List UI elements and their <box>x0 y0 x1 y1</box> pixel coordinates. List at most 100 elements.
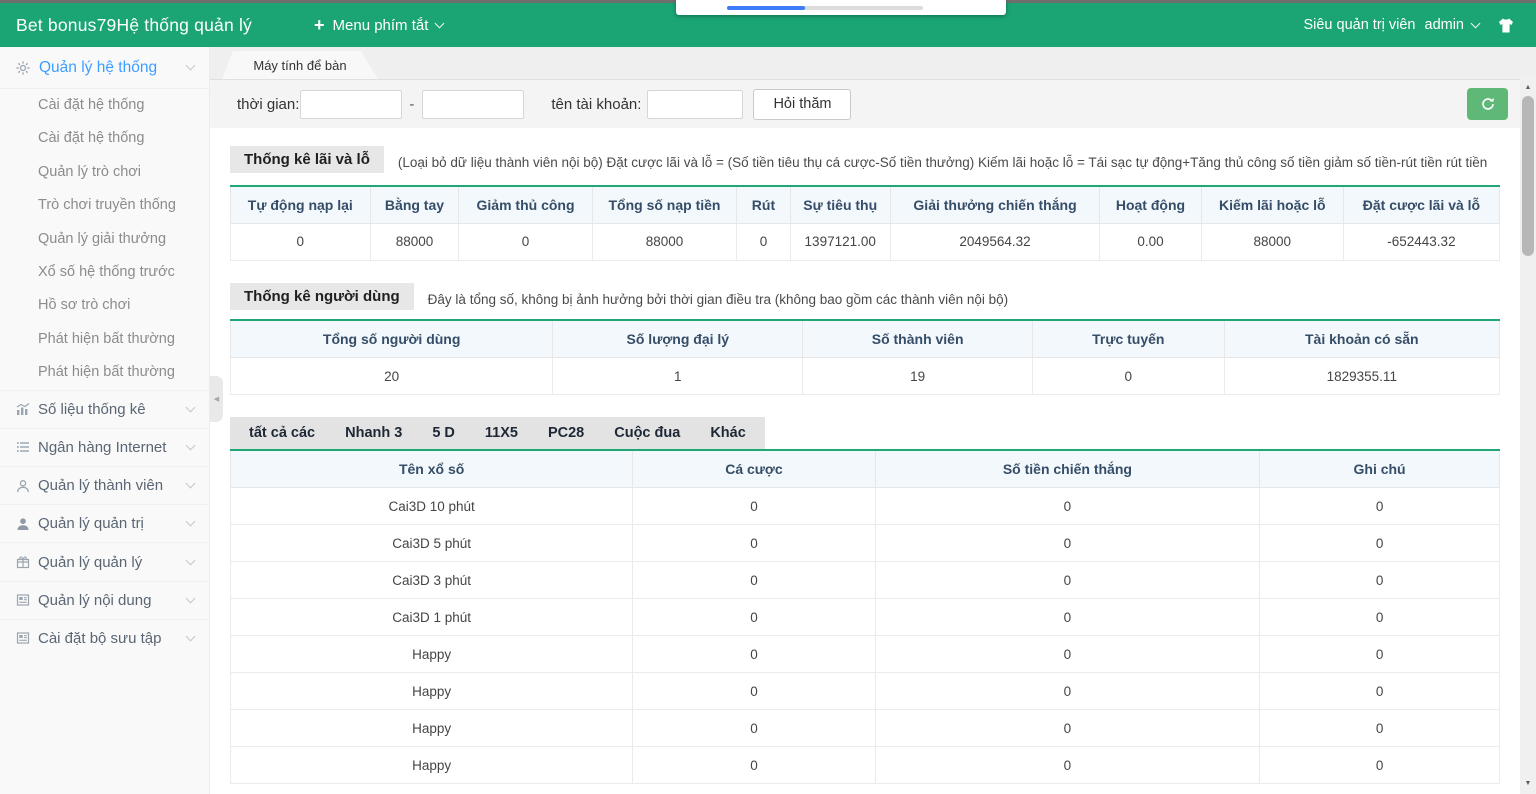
cell: 0 <box>875 599 1260 636</box>
lottery-tabstrip: tất cả các Nhanh 3 5 D 11X5 PC28 Cuộc đu… <box>230 417 765 449</box>
cell: Cai3D 10 phút <box>231 488 633 525</box>
gear-icon <box>15 60 30 75</box>
column-header: Bằng tay <box>370 186 459 224</box>
sidebar-subitem[interactable]: Hồ sơ trò chơi <box>0 289 209 322</box>
table-row: Cai3D 1 phút 0 0 0 <box>231 599 1500 636</box>
sidebar-group-label: Quản lý quản lý <box>38 554 142 571</box>
cell: 0 <box>875 673 1260 710</box>
lottery-tab-all[interactable]: tất cả các <box>234 417 330 449</box>
cell: 0 <box>1260 599 1500 636</box>
account-input[interactable] <box>647 90 743 119</box>
table-row: Happy 0 0 0 <box>231 673 1500 710</box>
lottery-tab-11x5[interactable]: 11X5 <box>470 417 533 449</box>
scroll-up-arrow[interactable]: ▲ <box>1520 80 1536 94</box>
chevron-down-icon <box>186 479 196 489</box>
workspace-tabstrip: Máy tính để bàn <box>210 47 1520 80</box>
table-row: Cai3D 5 phút 0 0 0 <box>231 525 1500 562</box>
sidebar-subitem[interactable]: Trò chơi truyền thống <box>0 189 209 222</box>
column-header: Tổng số nạp tiền <box>592 186 737 224</box>
lottery-tab-race[interactable]: Cuộc đua <box>599 417 695 449</box>
lottery-tab-quick3[interactable]: Nhanh 3 <box>330 417 417 449</box>
sidebar-group-admins[interactable]: Quản lý quản trị <box>0 504 209 542</box>
sidebar-group-system[interactable]: Quản lý hệ thống <box>0 47 209 89</box>
shortcut-menu-label: Menu phím tắt <box>333 17 429 34</box>
lottery-tab-other[interactable]: Khác <box>695 417 760 449</box>
sidebar-group-label: Quản lý nội dung <box>38 592 151 609</box>
user-menu[interactable]: admin <box>1425 17 1480 33</box>
lottery-tab-5d[interactable]: 5 D <box>417 417 470 449</box>
sidebar-group-members[interactable]: Quản lý thành viên <box>0 466 209 504</box>
sidebar-subitem[interactable]: Cài đặt hệ thống <box>0 122 209 155</box>
cell: 0 <box>1260 673 1500 710</box>
column-header: Rút <box>737 186 790 224</box>
main-panel: Máy tính để bàn thời gian: - tên tài kho… <box>210 47 1520 794</box>
cell: Cai3D 3 phút <box>231 562 633 599</box>
time-label: thời gian: <box>237 96 299 113</box>
profit-header-row: Tự động nạp lại Bằng tay Giảm thủ công T… <box>231 186 1500 224</box>
skin-button[interactable] <box>1496 17 1516 34</box>
table-row: Happy 0 0 0 <box>231 710 1500 747</box>
cell: 1 <box>553 358 803 395</box>
table-row: Happy 0 0 0 <box>231 747 1500 784</box>
column-header: Ghi chú <box>1260 450 1500 488</box>
sidebar-group-management[interactable]: Quản lý quản lý <box>0 542 209 580</box>
sidebar-group-content[interactable]: Quản lý nội dung <box>0 581 209 619</box>
sidebar-group-collection-settings[interactable]: Cài đặt bộ sưu tập <box>0 619 209 657</box>
cell: 0 <box>1260 636 1500 673</box>
user-table: Tổng số người dùng Số lượng đại lý Số th… <box>230 319 1500 395</box>
profit-section-note: (Loại bỏ dữ liệu thành viên nội bộ) Đặt … <box>398 146 1487 175</box>
profit-section-title: Thống kê lãi và lỗ <box>230 146 384 173</box>
cell: 0 <box>875 747 1260 784</box>
cell: 0 <box>459 223 592 260</box>
username: admin <box>1425 17 1465 33</box>
content: Thống kê lãi và lỗ (Loại bỏ dữ liệu thàn… <box>210 146 1520 784</box>
cell: 0 <box>875 636 1260 673</box>
cell: Cai3D 5 phút <box>231 525 633 562</box>
account-label: tên tài khoản: <box>551 96 641 113</box>
chevron-down-icon <box>1471 18 1481 28</box>
time-to-input[interactable] <box>422 90 524 119</box>
cell: 88000 <box>1201 223 1343 260</box>
scrollbar-thumb[interactable] <box>1522 96 1534 256</box>
collection-icon <box>15 631 30 646</box>
column-header: Trực tuyến <box>1032 320 1224 358</box>
progress-track <box>727 6 923 10</box>
sidebar-collapse-handle[interactable]: ◀ <box>210 376 223 422</box>
sidebar-group-internet-banking[interactable]: Ngân hàng Internet <box>0 428 209 466</box>
user-section-note: Đây là tổng số, không bị ảnh hưởng bởi t… <box>428 283 1008 312</box>
user-value-row: 20 1 19 0 1829355.11 <box>231 358 1500 395</box>
chevron-down-icon <box>186 517 196 527</box>
cell: 0 <box>875 562 1260 599</box>
sidebar-subitem[interactable]: Xổ số hệ thống trước <box>0 256 209 289</box>
cell: 88000 <box>370 223 459 260</box>
shortcut-menu[interactable]: + Menu phím tắt <box>314 16 443 34</box>
lottery-tab-pc28[interactable]: PC28 <box>533 417 599 449</box>
sidebar-group-statistics[interactable]: Số liệu thống kê <box>0 390 209 428</box>
cell: 0 <box>633 599 875 636</box>
time-from-input[interactable] <box>300 90 402 119</box>
sidebar-subitem[interactable]: Phát hiện bất thường <box>0 323 209 356</box>
column-header: Đặt cược lãi và lỗ <box>1343 186 1499 224</box>
cell: 0 <box>633 636 875 673</box>
query-button[interactable]: Hỏi thăm <box>753 89 851 120</box>
tab-desktop[interactable]: Máy tính để bàn <box>222 51 378 79</box>
sidebar: Quản lý hệ thống Cài đặt hệ thống Cài đặ… <box>0 47 210 794</box>
sidebar-subitem[interactable]: Phát hiện bất thường <box>0 356 209 389</box>
plus-icon: + <box>314 16 325 34</box>
vertical-scrollbar[interactable]: ▲ ▼ <box>1520 75 1536 794</box>
cell: 0 <box>875 710 1260 747</box>
progress-fill <box>727 6 805 10</box>
cell: Happy <box>231 747 633 784</box>
cell: 1397121.00 <box>790 223 890 260</box>
user-section-title: Thống kê người dùng <box>230 283 414 310</box>
chevron-down-icon <box>186 61 196 71</box>
table-row: Cai3D 10 phút 0 0 0 <box>231 488 1500 525</box>
sidebar-subitem[interactable]: Cài đặt hệ thống <box>0 89 209 122</box>
column-header: Giải thưởng chiến thắng <box>890 186 1099 224</box>
sidebar-subitem[interactable]: Quản lý giải thưởng <box>0 223 209 256</box>
column-header: Tên xổ số <box>231 450 633 488</box>
lottery-table: Tên xổ số Cá cược Số tiền chiến thắng Gh… <box>230 449 1500 784</box>
scroll-down-arrow[interactable]: ▼ <box>1520 776 1536 790</box>
sidebar-subitem[interactable]: Quản lý trò chơi <box>0 156 209 189</box>
refresh-button[interactable] <box>1467 88 1508 120</box>
